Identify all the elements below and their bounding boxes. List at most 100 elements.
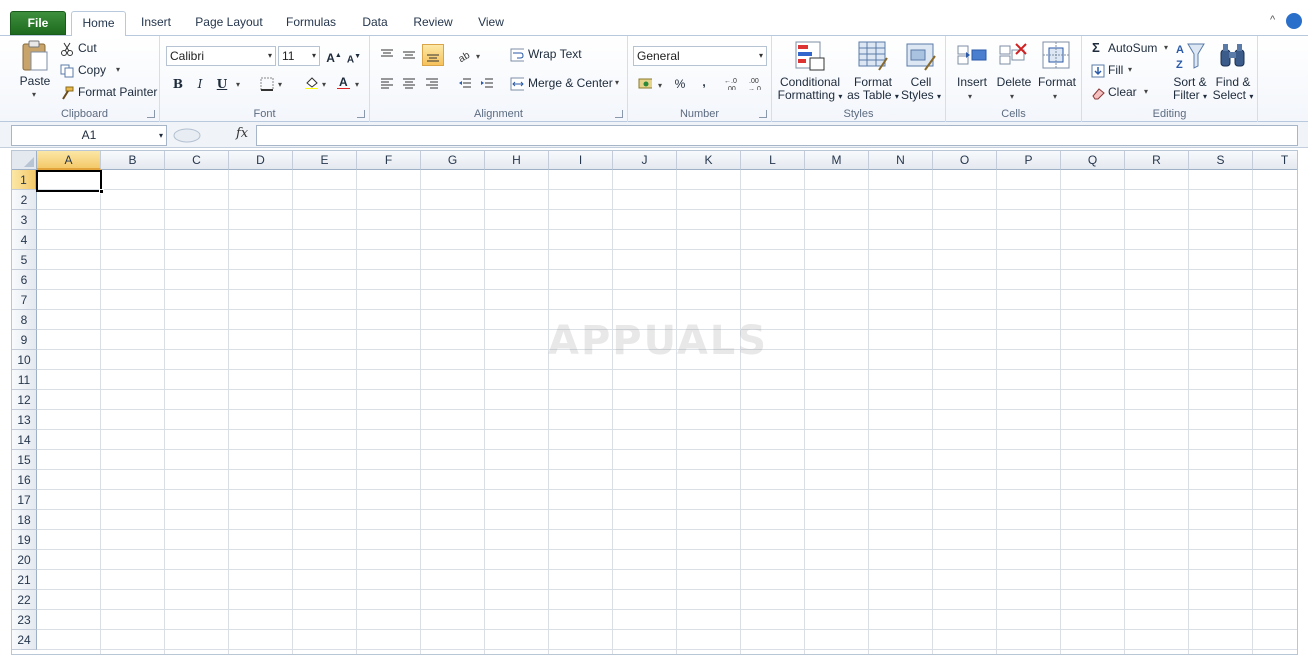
wrap-text-button[interactable]: Wrap Text [508,46,598,64]
tab-page-layout[interactable]: Page Layout [190,11,268,35]
row-header-11[interactable]: 11 [12,370,37,390]
cell-area[interactable] [37,170,1297,654]
column-header-d[interactable]: D [229,151,293,170]
help-icon[interactable] [1286,13,1302,29]
align-bottom-button[interactable] [422,44,444,66]
column-header-t[interactable]: T [1253,151,1297,170]
sort-filter-button[interactable]: A Z Sort & Filter ▾ [1170,40,1210,102]
column-header-j[interactable]: J [613,151,677,170]
row-header-13[interactable]: 13 [12,410,37,430]
comma-style-button[interactable]: , [694,72,714,92]
conditional-formatting-button[interactable]: Conditional Formatting ▾ [776,40,844,102]
format-as-table-button[interactable]: Format as Table ▾ [846,40,900,102]
tab-formulas[interactable]: Formulas [280,11,342,35]
row-header-8[interactable]: 8 [12,310,37,330]
fill-button[interactable]: Fill ▾ [1090,62,1150,80]
row-header-19[interactable]: 19 [12,530,37,550]
tab-review[interactable]: Review [407,11,459,35]
row-header-16[interactable]: 16 [12,470,37,490]
column-header-b[interactable]: B [101,151,165,170]
column-header-r[interactable]: R [1125,151,1189,170]
alignment-launcher-icon[interactable] [615,110,623,118]
row-header-12[interactable]: 12 [12,390,37,410]
tab-data[interactable]: Data [356,11,394,35]
row-header-15[interactable]: 15 [12,450,37,470]
tab-insert[interactable]: Insert [134,11,178,35]
column-header-n[interactable]: N [869,151,933,170]
formula-bar-splitter-icon[interactable] [172,128,202,143]
increase-indent-icon[interactable] [480,77,494,91]
decrease-decimal-icon[interactable]: .00→.0 [748,76,762,90]
insert-cells-button[interactable]: Insert ▾ [952,40,992,102]
row-header-5[interactable]: 5 [12,250,37,270]
row-header-6[interactable]: 6 [12,270,37,290]
merge-center-button[interactable]: Merge & Center ▾ [508,75,624,93]
fill-color-icon[interactable] [304,75,318,89]
find-select-button[interactable]: Find & Select ▾ [1212,40,1254,102]
active-cell[interactable] [36,170,104,194]
number-format-select[interactable]: General ▾ [633,46,767,66]
clipboard-launcher-icon[interactable] [147,110,155,118]
font-name-select[interactable]: Calibri ▾ [166,46,276,66]
column-header-g[interactable]: G [421,151,485,170]
row-header-20[interactable]: 20 [12,550,37,570]
borders-icon[interactable] [260,77,274,91]
align-top-icon[interactable] [380,48,394,62]
font-launcher-icon[interactable] [357,110,365,118]
column-header-s[interactable]: S [1189,151,1253,170]
align-right-icon[interactable] [425,77,439,91]
column-header-e[interactable]: E [293,151,357,170]
row-header-21[interactable]: 21 [12,570,37,590]
row-header-4[interactable]: 4 [12,230,37,250]
orientation-icon[interactable]: ab [458,48,472,62]
paste-button[interactable]: Paste ▾ [14,40,56,100]
column-header-a[interactable]: A [37,151,101,170]
row-header-3[interactable]: 3 [12,210,37,230]
formula-input[interactable] [256,125,1298,146]
row-header-22[interactable]: 22 [12,590,37,610]
insert-function-button[interactable]: fx [236,126,248,141]
row-header-1[interactable]: 1 [12,170,37,190]
column-header-k[interactable]: K [677,151,741,170]
column-header-c[interactable]: C [165,151,229,170]
name-box-dropdown-icon[interactable]: ▾ [159,126,163,145]
minimize-ribbon-icon[interactable]: ^ [1270,14,1282,26]
font-color-icon[interactable]: A [336,75,350,89]
tab-file[interactable]: File [10,11,66,35]
align-middle-icon[interactable] [402,48,416,62]
row-header-7[interactable]: 7 [12,290,37,310]
column-header-o[interactable]: O [933,151,997,170]
font-size-select[interactable]: 11 ▾ [278,46,320,66]
number-launcher-icon[interactable] [759,110,767,118]
grow-font-button[interactable]: A▲ [324,46,344,66]
format-painter-button[interactable]: Format Painter [58,84,158,102]
bold-button[interactable]: B [168,74,188,94]
row-header-24[interactable]: 24 [12,630,37,650]
column-header-f[interactable]: F [357,151,421,170]
select-all-button[interactable] [12,151,37,170]
fill-handle[interactable] [99,189,104,194]
row-header-17[interactable]: 17 [12,490,37,510]
column-header-h[interactable]: H [485,151,549,170]
tab-view[interactable]: View [471,11,511,35]
row-header-14[interactable]: 14 [12,430,37,450]
row-header-23[interactable]: 23 [12,610,37,630]
column-header-p[interactable]: P [997,151,1061,170]
autosum-button[interactable]: Σ AutoSum ▾ [1090,40,1170,58]
shrink-font-button[interactable]: A▼ [344,47,364,67]
underline-button[interactable]: U [212,74,232,94]
row-header-18[interactable]: 18 [12,510,37,530]
tab-home[interactable]: Home [71,11,126,37]
delete-cells-button[interactable]: Delete ▾ [994,40,1034,102]
cut-button[interactable]: Cut [58,40,118,58]
percent-style-button[interactable]: % [670,74,690,94]
cell-styles-button[interactable]: Cell Styles ▾ [900,40,942,102]
row-header-9[interactable]: 9 [12,330,37,350]
row-header-10[interactable]: 10 [12,350,37,370]
column-header-q[interactable]: Q [1061,151,1125,170]
accounting-format-icon[interactable] [638,76,652,90]
decrease-indent-icon[interactable] [458,77,472,91]
align-center-icon[interactable] [402,77,416,91]
column-header-m[interactable]: M [805,151,869,170]
clear-button[interactable]: Clear ▾ [1090,84,1150,102]
